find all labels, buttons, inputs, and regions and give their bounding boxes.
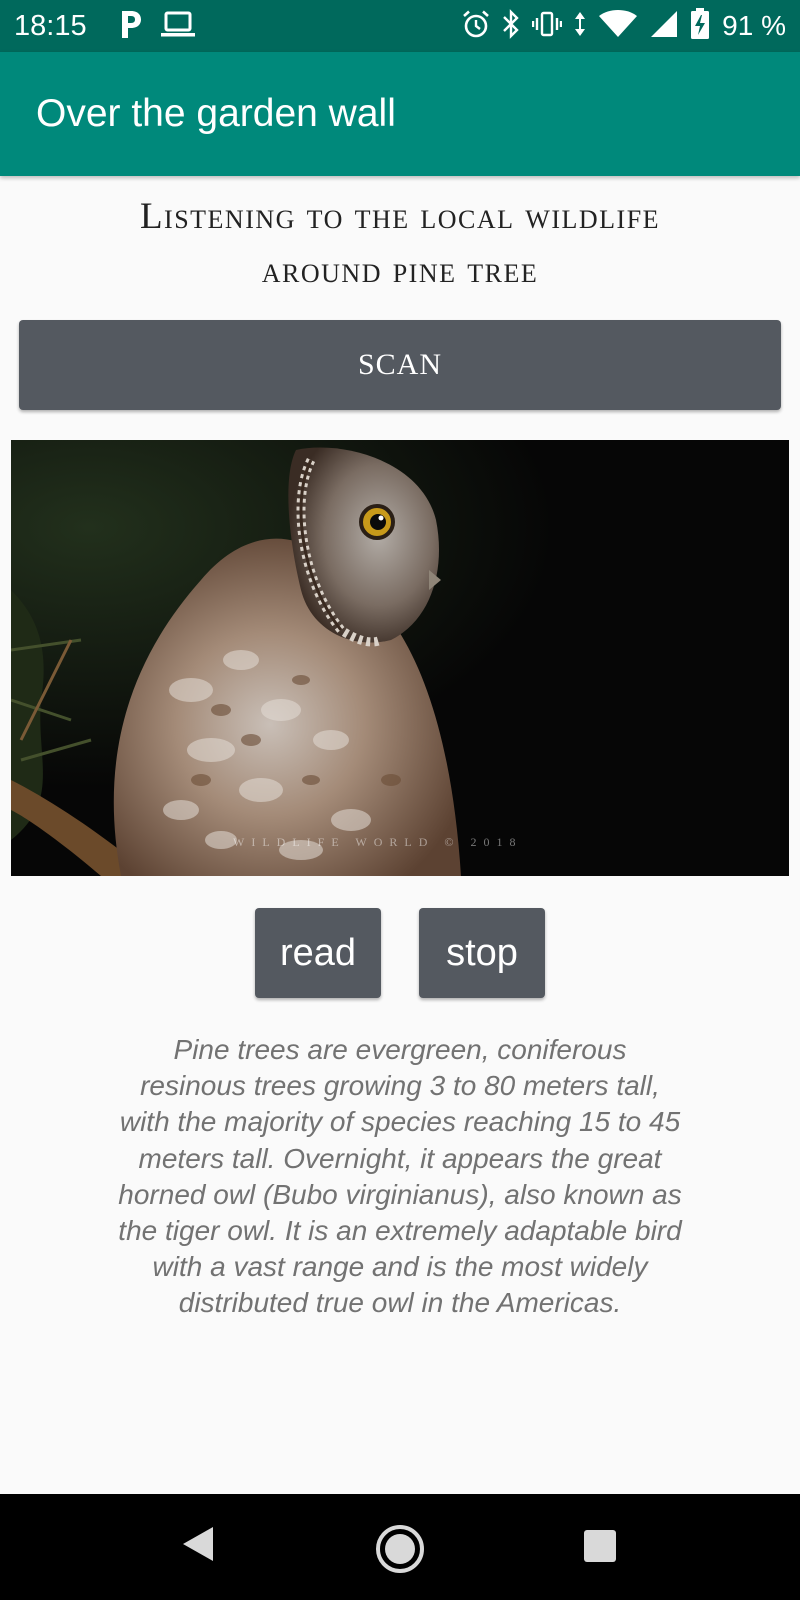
laptop-icon: [160, 9, 196, 44]
app-bar: Over the garden wall: [0, 52, 800, 176]
description-text: Pine trees are evergreen, coniferous res…: [118, 1034, 682, 1319]
read-button[interactable]: read: [255, 908, 381, 998]
page-heading: Listening to the local wildlife around p…: [20, 190, 780, 298]
wifi-icon: [598, 9, 638, 44]
app-screen: 18:15 91 % Over the garden wall Listenin…: [0, 0, 800, 1600]
navigation-bar: [0, 1494, 800, 1600]
bluetooth-icon: [502, 8, 520, 44]
recents-icon[interactable]: [582, 1528, 618, 1569]
back-icon[interactable]: [180, 1524, 216, 1569]
image-watermark: WILDLIFE WORLD © 2018: [233, 835, 523, 849]
heading-line-1: Listening to the local wildlife: [139, 196, 661, 237]
vibrate-icon: [531, 9, 563, 44]
status-right-icons: 91 %: [462, 7, 786, 45]
status-time: 18:15: [14, 10, 87, 42]
home-icon[interactable]: [375, 1524, 425, 1579]
parking-p-icon: [118, 8, 144, 45]
alarm-icon: [462, 9, 490, 44]
status-left-icons: [118, 10, 196, 42]
scan-button[interactable]: SCAN: [19, 320, 781, 410]
owl-photo: WILDLIFE WORLD © 2018: [11, 440, 789, 876]
signal-icon: [650, 9, 678, 44]
app-title: Over the garden wall: [36, 92, 396, 135]
battery-percent: 91 %: [722, 10, 786, 41]
data-arrows-icon: [574, 9, 586, 44]
heading-line-2: around pine tree: [261, 250, 539, 291]
battery-charging-icon: [690, 7, 710, 45]
stop-button[interactable]: stop: [419, 908, 545, 998]
status-bar: 18:15 91 %: [0, 0, 800, 52]
